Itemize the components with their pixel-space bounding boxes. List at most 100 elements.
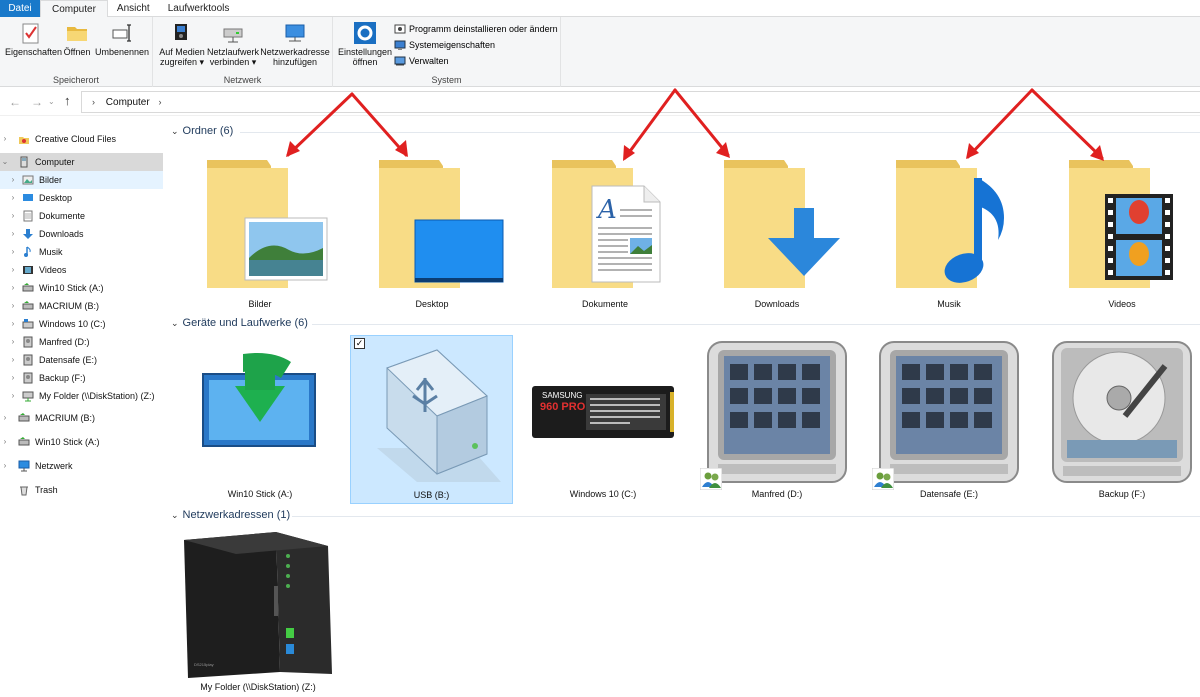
sidebar-item-bilder[interactable]: › Bilder bbox=[0, 171, 163, 189]
folder-tile-dokumente[interactable]: A Dokumente bbox=[530, 148, 680, 314]
expand-chevron-icon[interactable]: › bbox=[8, 297, 18, 315]
expand-chevron-icon[interactable]: › bbox=[8, 171, 18, 189]
verwalten-button[interactable]: Verwalten bbox=[394, 54, 449, 68]
collapse-chevron-icon[interactable]: ⌄ bbox=[171, 510, 179, 521]
sidebar-item-netzwerk[interactable]: › Netzwerk bbox=[0, 457, 163, 475]
auf-medien-zugreifen-button[interactable]: Auf Medien zugreifen ▾ bbox=[157, 21, 207, 67]
folder-tile-videos[interactable]: Videos bbox=[1047, 148, 1197, 314]
address-bar[interactable]: › Computer › bbox=[81, 91, 1200, 113]
back-arrow-icon[interactable]: ← bbox=[9, 95, 21, 109]
svg-text:A: A bbox=[596, 195, 617, 225]
expand-chevron-icon[interactable]: › bbox=[8, 225, 18, 243]
sidebar-item-downloads[interactable]: › Downloads bbox=[0, 225, 163, 243]
sidebar-item-desktop[interactable]: › Desktop bbox=[0, 189, 163, 207]
sidebar-item-videos[interactable]: › Videos bbox=[0, 261, 163, 279]
sidebar-item-computer[interactable]: ⌄ Computer bbox=[0, 153, 163, 171]
expand-chevron-icon[interactable]: › bbox=[0, 409, 10, 427]
tab-laufwerktools[interactable]: Laufwerktools bbox=[159, 0, 239, 17]
expand-chevron-icon[interactable]: › bbox=[8, 315, 18, 333]
breadcrumb-chevron-icon[interactable]: › bbox=[158, 97, 161, 107]
drive-icon bbox=[23, 372, 33, 384]
section-header-netzwerkadressen[interactable]: ⌄ Netzwerkadressen (1) bbox=[171, 509, 290, 521]
tab-computer[interactable]: Computer bbox=[40, 0, 108, 18]
drive-tile-datensafe[interactable]: Datensafe (E:) bbox=[872, 336, 1024, 504]
selection-checkbox[interactable]: ✓ bbox=[354, 338, 365, 349]
desktop-folder-icon bbox=[23, 194, 33, 201]
expand-chevron-icon[interactable]: › bbox=[8, 189, 18, 207]
expand-chevron-icon[interactable]: › bbox=[8, 369, 18, 387]
expand-chevron-icon[interactable]: › bbox=[8, 261, 18, 279]
network-location-label: My Folder (\\DiskStation) (Z:) bbox=[200, 682, 316, 692]
drive-tile-backup[interactable]: Backup (F:) bbox=[1047, 336, 1197, 504]
settings-gear-icon bbox=[354, 22, 376, 44]
section-title: Geräte und Laufwerke (6) bbox=[182, 317, 308, 329]
drive-tile-windows10[interactable]: SAMSUNG 960 PRO Windows 10 (C:) bbox=[528, 336, 678, 504]
breadcrumb-chevron-icon[interactable]: › bbox=[92, 97, 95, 107]
tab-datei[interactable]: Datei bbox=[0, 0, 40, 17]
forward-arrow-icon[interactable]: → bbox=[31, 95, 43, 109]
documents-folder-icon bbox=[23, 210, 33, 222]
recent-dropdown-icon[interactable]: ⌄ bbox=[48, 97, 55, 106]
manage-icon bbox=[394, 56, 406, 66]
sidebar-item-windows10[interactable]: › Windows 10 (C:) bbox=[0, 315, 163, 333]
sidebar-item-label: Datensafe (E:) bbox=[39, 355, 98, 365]
up-arrow-icon[interactable]: ↑ bbox=[64, 93, 71, 108]
section-header-geraete[interactable]: ⌄ Geräte und Laufwerke (6) bbox=[171, 317, 308, 329]
expand-chevron-icon[interactable]: › bbox=[8, 243, 18, 261]
network-tile-my-folder[interactable]: DS215play My Folder (\\DiskStation) (Z:) bbox=[178, 526, 338, 696]
folder-tile-bilder[interactable]: Bilder bbox=[185, 148, 335, 314]
sidebar-item-backup[interactable]: › Backup (F:) bbox=[0, 369, 163, 387]
einstellungen-line1: Einstellungen bbox=[337, 47, 393, 57]
group-label-system: System bbox=[431, 75, 462, 85]
sidebar-item-dokumente[interactable]: › Dokumente bbox=[0, 207, 163, 225]
expand-chevron-icon[interactable]: › bbox=[8, 333, 18, 351]
section-header-ordner[interactable]: ⌄ Ordner (6) bbox=[171, 125, 233, 137]
sidebar-item-trash[interactable]: Trash bbox=[0, 481, 163, 499]
oeffnen-button[interactable]: Öffnen bbox=[62, 21, 92, 57]
add-network-location-icon bbox=[285, 24, 305, 42]
systemeigenschaften-button[interactable]: Systemeigenschaften bbox=[394, 38, 495, 52]
computer-icon bbox=[20, 156, 28, 168]
folder-tile-downloads[interactable]: Downloads bbox=[702, 148, 852, 314]
sidebar-item-win10-stick-root[interactable]: › Win10 Stick (A:) bbox=[0, 433, 163, 451]
programm-deinstallieren-button[interactable]: Programm deinstallieren oder ändern bbox=[394, 22, 558, 36]
tab-ansicht[interactable]: Ansicht bbox=[108, 0, 159, 17]
collapse-chevron-icon[interactable]: ⌄ bbox=[171, 318, 179, 329]
sidebar-item-my-folder[interactable]: › My Folder (\\DiskStation) (Z:) bbox=[0, 387, 163, 405]
collapse-chevron-icon[interactable]: ⌄ bbox=[171, 126, 179, 137]
sidebar-item-label: Desktop bbox=[39, 193, 73, 203]
drive-tile-usb[interactable]: ✓ USB (B:) bbox=[350, 335, 513, 504]
rename-icon bbox=[112, 24, 131, 42]
sidebar-item-datensafe[interactable]: › Datensafe (E:) bbox=[0, 351, 163, 369]
einstellungen-oeffnen-button[interactable]: Einstellungen öffnen bbox=[336, 21, 394, 67]
sidebar-item-win10-stick[interactable]: › Win10 Stick (A:) bbox=[0, 279, 163, 297]
netzwerkadresse-hinzufuegen-button[interactable]: Netzwerkadresse hinzufügen bbox=[259, 21, 331, 67]
folder-tile-desktop[interactable]: Desktop bbox=[357, 148, 507, 314]
collapse-chevron-icon[interactable]: ⌄ bbox=[0, 153, 10, 171]
sidebar-item-macrium-root[interactable]: › MACRIUM (B:) bbox=[0, 409, 163, 427]
sidebar-item-macrium[interactable]: › MACRIUM (B:) bbox=[0, 297, 163, 315]
sidebar-item-musik[interactable]: › Musik bbox=[0, 243, 163, 261]
nas-model-label: DS215play bbox=[194, 662, 214, 667]
folder-label: Desktop bbox=[415, 299, 449, 309]
expand-chevron-icon[interactable]: › bbox=[8, 279, 18, 297]
expand-chevron-icon[interactable]: › bbox=[8, 387, 18, 405]
eigenschaften-label: Eigenschaften bbox=[5, 47, 63, 57]
folder-tile-musik[interactable]: Musik bbox=[874, 148, 1024, 314]
hard-drive-icon bbox=[707, 341, 847, 483]
expand-chevron-icon[interactable]: › bbox=[0, 457, 10, 475]
sidebar-item-label: Videos bbox=[39, 265, 67, 275]
sidebar-item-label: Dokumente bbox=[39, 211, 86, 221]
breadcrumb-computer[interactable]: Computer bbox=[106, 97, 150, 108]
eigenschaften-button[interactable]: Eigenschaften bbox=[5, 21, 62, 57]
drive-tile-manfred[interactable]: Manfred (D:) bbox=[700, 336, 852, 504]
umbenennen-button[interactable]: Umbenennen bbox=[95, 21, 149, 57]
expand-chevron-icon[interactable]: › bbox=[0, 433, 10, 451]
sidebar-item-manfred[interactable]: › Manfred (D:) bbox=[0, 333, 163, 351]
expand-chevron-icon[interactable]: › bbox=[8, 351, 18, 369]
sidebar-item-creative-cloud[interactable]: › Creative Cloud Files bbox=[0, 130, 163, 148]
netzlaufwerk-verbinden-button[interactable]: Netzlaufwerk verbinden ▾ bbox=[207, 21, 259, 67]
expand-chevron-icon[interactable]: › bbox=[8, 207, 18, 225]
expand-chevron-icon[interactable]: › bbox=[0, 130, 10, 148]
drive-tile-win10-stick[interactable]: Win10 Stick (A:) bbox=[185, 336, 335, 504]
